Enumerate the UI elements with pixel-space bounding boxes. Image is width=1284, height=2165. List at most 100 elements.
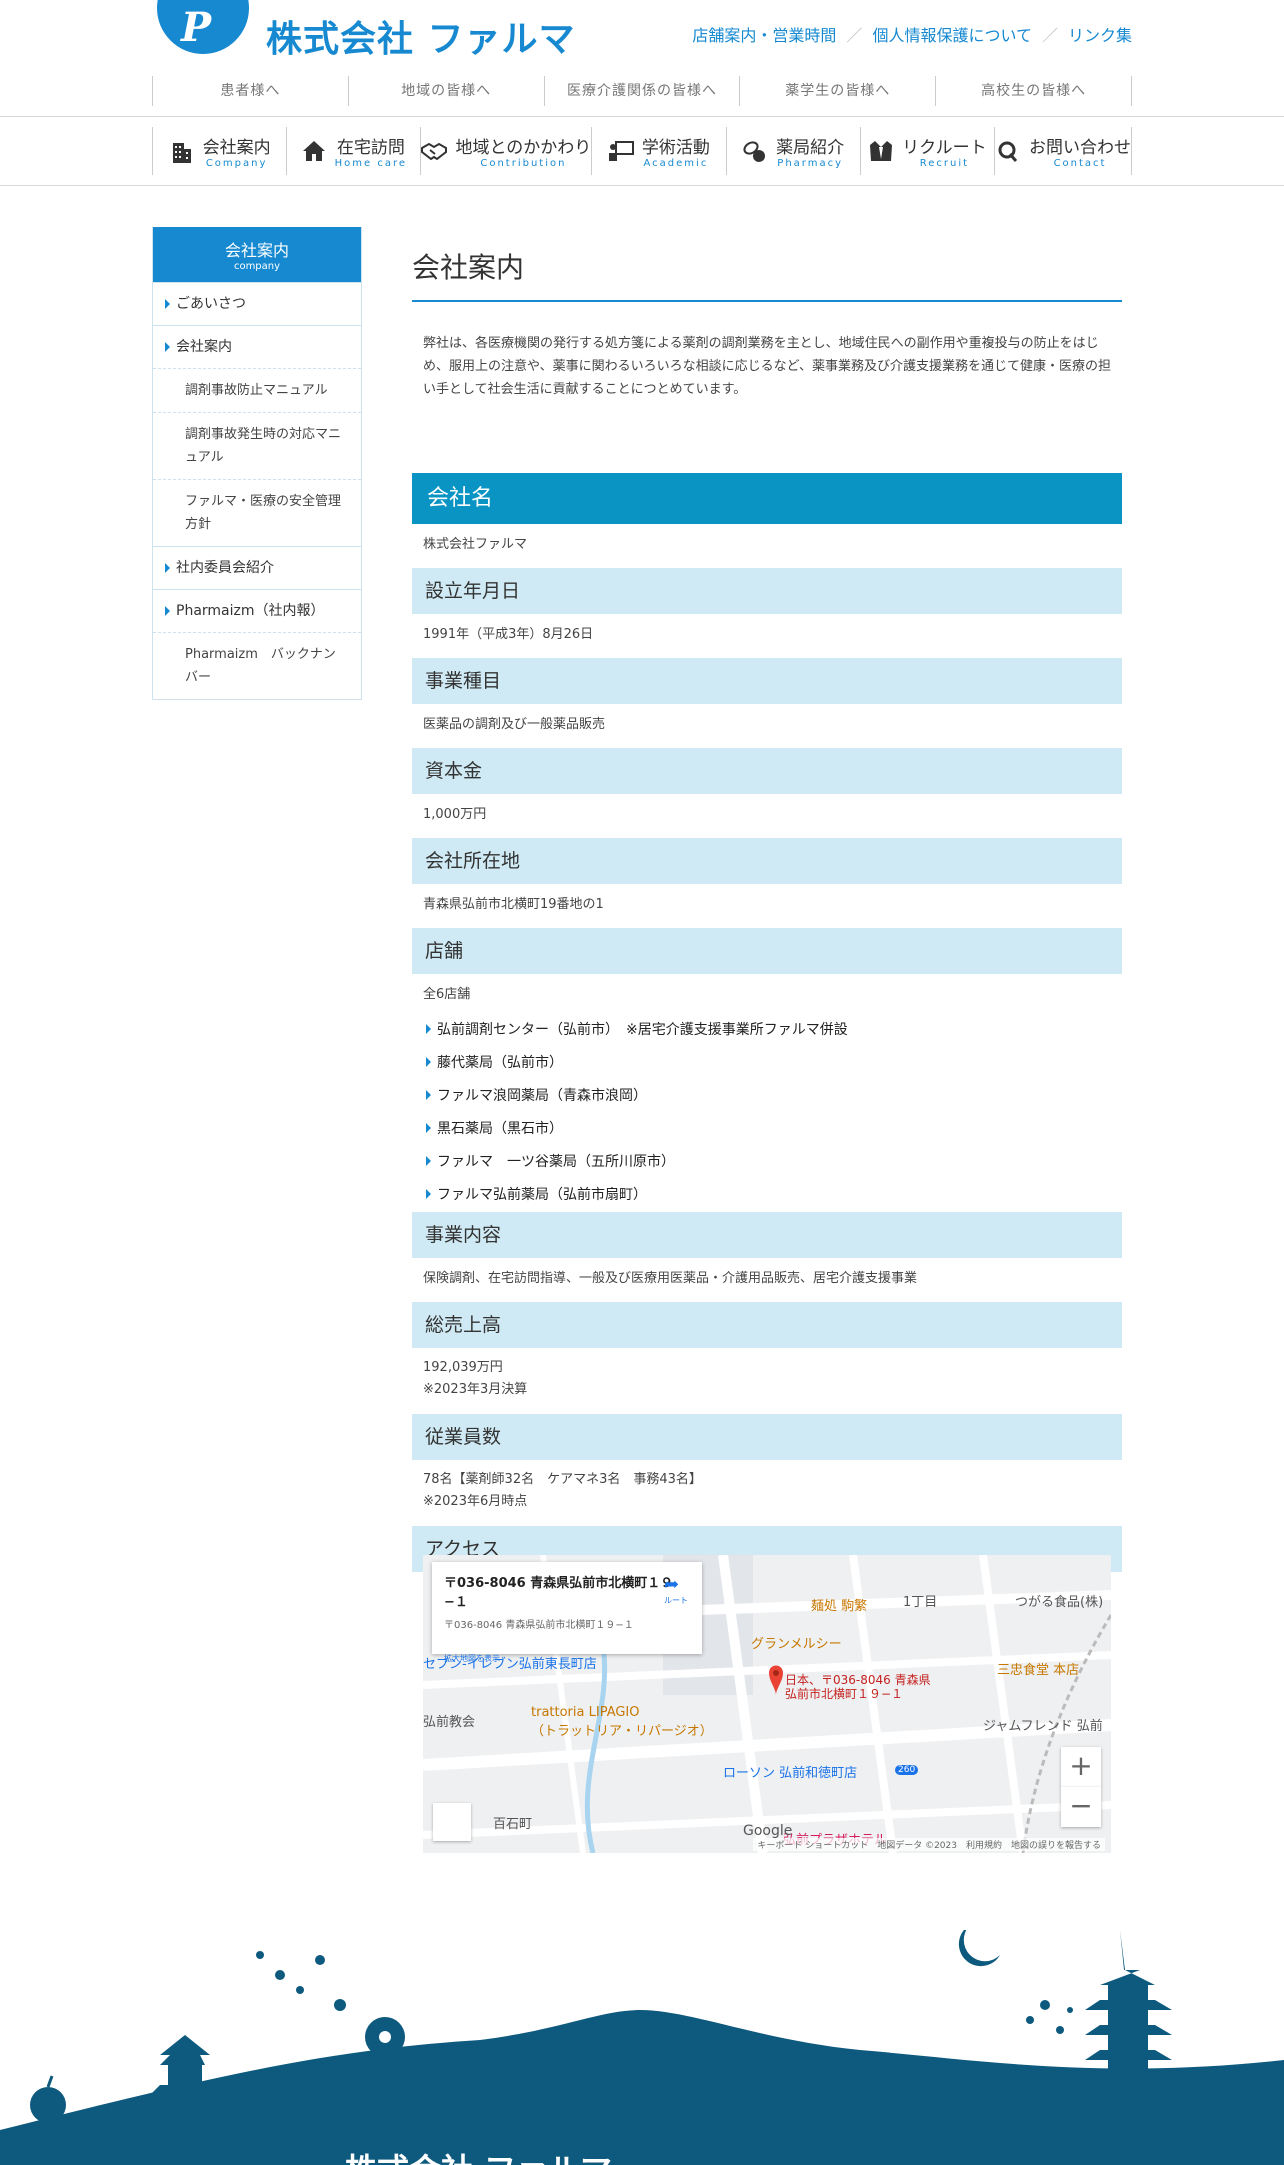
footer-skyline [0,1925,1284,2165]
store-item[interactable]: ファルマ弘前薬局（弘前市扇町） [412,1177,1122,1210]
store-label: 藤代薬局（弘前市） [437,1054,563,1071]
sidebar-subtitle: company [233,261,281,272]
google-map[interactable]: 麺処 駒繁 1丁目 つがる食品(株) グランメルシー 三忠食堂 本店 セブン-イ… [423,1555,1111,1853]
sales-value: 192,039万円 [423,1360,503,1375]
question-icon [995,138,1021,164]
nav-label: お問い合わせ [1029,138,1132,158]
link-stores[interactable]: 店舗案内・営業時間 [692,22,836,46]
audience-community[interactable]: 地域の皆様へ [347,76,544,106]
nav-contribution[interactable]: 地域とのかかわり Contribution [420,127,591,175]
map-place: 1丁目 [903,1595,938,1610]
nav-company[interactable]: 会社案内 Company [152,127,286,175]
building-icon [169,138,195,164]
sidebar-item-accident-response[interactable]: 調剤事故発生時の対応マニュアル [153,412,361,479]
arrow-right-icon [426,1056,431,1067]
logo-mark[interactable]: P [157,0,249,54]
store-item[interactable]: ファルマ浪岡薬局（青森市浪岡） [412,1078,1122,1111]
audience-students[interactable]: 薬学生の皆様へ [739,76,935,106]
presentation-icon [608,138,634,164]
store-item[interactable]: 弘前調剤センター（弘前市） ※居宅介護支援事業所ファルマ併設 [412,1012,1122,1045]
store-label: 黒石薬局（黒石市） [437,1120,563,1137]
link-links[interactable]: リンク集 [1068,22,1132,46]
sidebar-item-label: Pharmaizm（社内報） [176,603,325,619]
sales-note: ※2023年3月決算 [423,1382,528,1397]
zoom-out-button[interactable]: − [1061,1787,1101,1827]
employees-note: ※2023年6月時点 [423,1494,528,1509]
nav-label: 学術活動 [641,138,710,158]
arrow-right-icon [165,606,170,616]
logo-text[interactable]: 株式会社 ファルマ [266,10,576,62]
top-links: 店舗案内・営業時間 ／ 個人情報保護について ／ リンク集 [692,22,1132,46]
map-place: 麺処 駒繁 [811,1599,868,1614]
nav-label: 会社案内 [202,138,271,158]
map-larger-link[interactable]: 拡大地図を表示 [444,1653,690,1664]
nav-label: リクルート [902,138,987,158]
map-info-sub: 〒036-8046 青森県弘前市北横町１９−１ [444,1620,634,1631]
map-info-box: 〒036-8046 青森県弘前市北横町１９−１ 〒036-8046 青森県弘前市… [432,1562,702,1663]
nav-label: 薬局紹介 [776,138,845,158]
directions-icon: ➦ [664,1574,680,1595]
street-view-icon[interactable] [433,1803,471,1841]
nav-pharmacy[interactable]: 薬局紹介 Pharmacy [725,127,860,175]
store-label: ファルマ弘前薬局（弘前市扇町） [437,1186,647,1203]
company-name-value: 株式会社ファルマ [423,537,528,552]
footer-company-name[interactable]: 株式会社 ファルマ [345,2145,612,2165]
map-attribution[interactable]: キーボード ショートカット 地図データ ©2023 利用規約 地図の誤りを報告す… [753,1838,1105,1851]
map-place: 三忠食堂 本店 [997,1663,1080,1678]
audience-nav: 患者様へ 地域の皆様へ 医療介護関係の皆様へ 薬学生の皆様へ 高校生の皆様へ [152,76,1132,106]
sidebar-item-company[interactable]: 会社案内 [153,325,361,368]
section-heading-employees: 従業員数 [412,1414,1122,1460]
directions-button[interactable]: ➦ ルート [664,1574,688,1606]
section-heading-business-type: 事業種目 [412,658,1122,704]
map-place: ジャムフレンド 弘前 [983,1719,1103,1734]
directions-label: ルート [664,1596,688,1605]
nav-label: 在宅訪問 [336,138,405,158]
sidebar-item-accident-prevention[interactable]: 調剤事故防止マニュアル [153,368,361,412]
house-icon [301,138,327,164]
suit-icon [868,138,894,164]
business-type-value: 医薬品の調剤及び一般薬品販売 [423,717,606,732]
audience-highschool[interactable]: 高校生の皆様へ [935,76,1132,106]
sidebar-item-greeting[interactable]: ごあいさつ [153,282,361,325]
nav-label: 地域とのかかわり [455,138,592,158]
sidebar-item-committee[interactable]: 社内委員会紹介 [153,546,361,589]
section-heading-founded: 設立年月日 [412,568,1122,614]
nav-academic[interactable]: 学術活動 Academic [591,127,725,175]
zoom-in-button[interactable]: + [1061,1747,1101,1787]
audience-medical[interactable]: 医療介護関係の皆様へ [543,76,740,106]
section-heading-sales: 総売上高 [412,1302,1122,1348]
logo-letter: P [181,4,212,51]
store-item[interactable]: 藤代薬局（弘前市） [412,1045,1122,1078]
store-item[interactable]: ファルマ 一ツ谷薬局（五所川原市） [412,1144,1122,1177]
sidebar: 会社案内 company ごあいさつ 会社案内 調剤事故防止マニュアル 調剤事故… [152,227,362,700]
section-heading-stores: 店舗 [412,928,1122,974]
sidebar-item-pharmaizm[interactable]: Pharmaizm（社内報） [153,589,361,632]
employees-block: 78名【薬剤師32名 ケアマネ3名 事務43名】 ※2023年6月時点 [412,1460,1122,1526]
sidebar-item-safety-policy[interactable]: ファルマ・医療の安全管理方針 [153,479,361,546]
store-label: 弘前調剤センター（弘前市） ※居宅介護支援事業所ファルマ併設 [437,1021,848,1038]
section-heading-capital: 資本金 [412,748,1122,794]
link-privacy[interactable]: 個人情報保護について [872,22,1032,46]
arrow-right-icon [426,1023,431,1034]
store-item[interactable]: 黒石薬局（黒石市） [412,1111,1122,1144]
nav-sublabel: Home care [334,158,408,169]
sidebar-item-backnumber[interactable]: Pharmaizm バックナンバー [153,632,361,699]
nav-homecare[interactable]: 在宅訪問 Home care [286,127,420,175]
link-separator: ／ [846,26,863,45]
nav-sublabel: Recruit [919,158,970,169]
section-heading-business: 事業内容 [412,1212,1122,1258]
audience-patients[interactable]: 患者様へ [152,76,348,106]
nav-contact[interactable]: お問い合わせ Contact [994,127,1133,175]
sidebar-header[interactable]: 会社案内 company [153,227,361,282]
header-divider [0,116,1284,117]
google-logo: Google [743,1823,793,1839]
section-heading-address: 会社所在地 [412,838,1122,884]
main-content: 会社案内 弊社は、各医療機関の発行する処方箋による薬剤の調剤業務を主とし、地域住… [412,227,1122,1572]
handshake-icon [421,138,448,164]
sales-block: 192,039万円 ※2023年3月決算 [412,1348,1122,1414]
map-place: つがる食品(株) [1015,1595,1104,1610]
employees-value: 78名【薬剤師32名 ケアマネ3名 事務43名】 [423,1472,702,1487]
nav-recruit[interactable]: リクルート Recruit [859,127,994,175]
address-value: 青森県弘前市北横町19番地の1 [423,897,604,912]
pills-icon [742,138,768,164]
